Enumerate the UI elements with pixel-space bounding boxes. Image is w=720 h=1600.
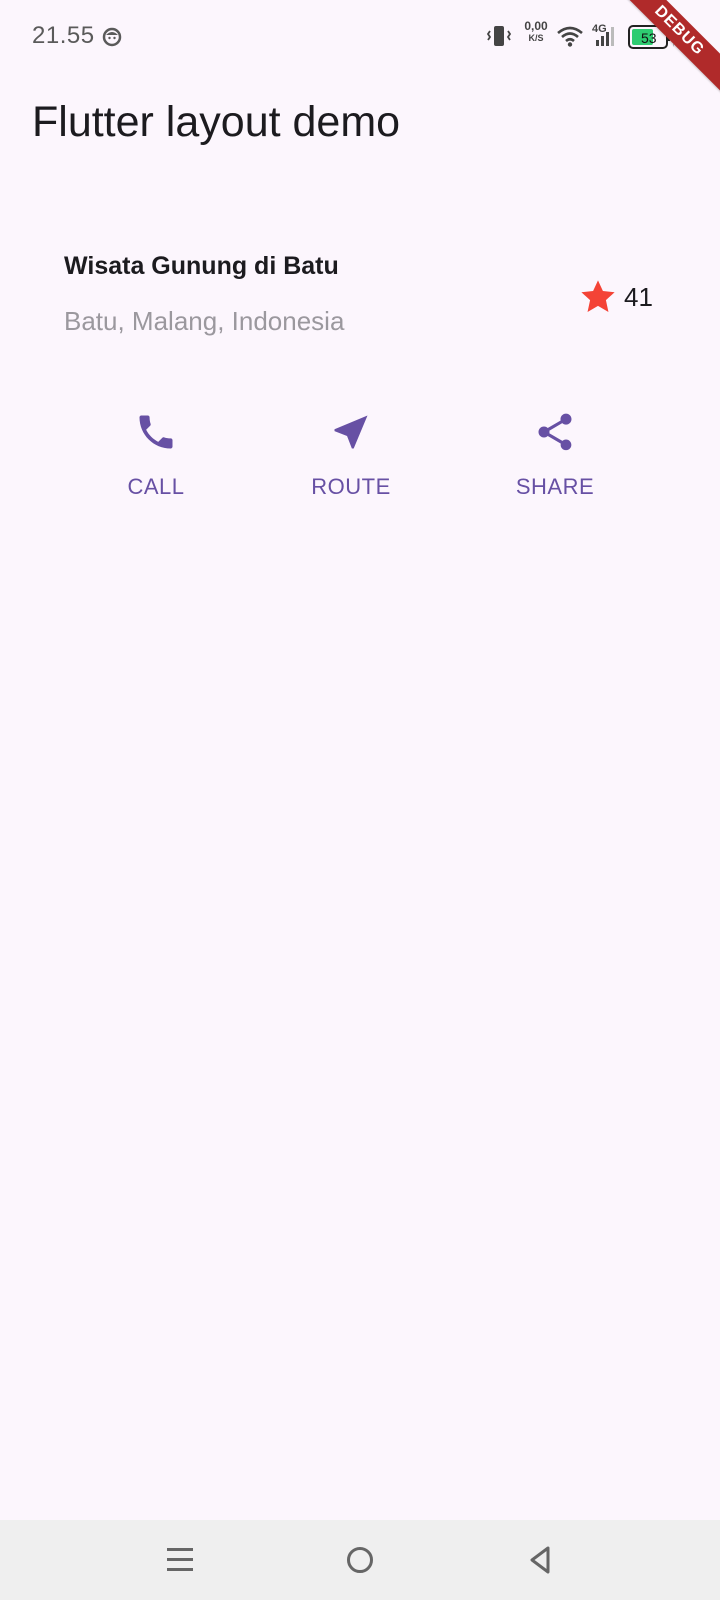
call-label: CALL <box>127 474 185 499</box>
near-me-icon <box>334 415 368 449</box>
rating-count: 41 <box>624 282 653 312</box>
route-label: ROUTE <box>311 474 391 499</box>
home-icon[interactable] <box>344 1540 376 1580</box>
star-icon <box>581 280 615 313</box>
status-bar: 21.55 0,00 K/S 4G 53 DEBUG <box>0 0 720 101</box>
network-speed-unit: K/S <box>528 33 544 43</box>
system-nav-bar <box>0 1520 720 1600</box>
cellular-signal-icon: 4G <box>592 23 614 46</box>
share-label: SHARE <box>515 474 595 499</box>
network-speed: 0,00 K/S <box>522 20 550 44</box>
share-button[interactable]: SHARE <box>475 410 635 500</box>
menu-icon[interactable] <box>164 1542 196 1578</box>
network-speed-value: 0,00 <box>524 19 548 33</box>
network-type-text: 4G <box>592 23 607 35</box>
place-name: Wisata Gunung di Batu <box>64 252 339 280</box>
battery-level-text: 53 <box>641 30 657 46</box>
back-icon[interactable] <box>524 1540 556 1580</box>
share-icon <box>538 413 572 451</box>
app-screen: 21.55 0,00 K/S 4G 53 DEBUG Flutter layou… <box>0 0 720 1600</box>
place-location: Batu, Malang, Indonesia <box>64 306 345 336</box>
wifi-icon <box>557 26 583 47</box>
vibrate-icon <box>486 26 512 46</box>
call-button[interactable]: CALL <box>76 410 236 500</box>
debug-banner: DEBUG <box>609 0 720 101</box>
page-title: Flutter layout demo <box>32 98 401 146</box>
route-button[interactable]: ROUTE <box>271 410 431 500</box>
phone-icon <box>139 415 173 449</box>
status-time: 21.55 <box>32 22 95 49</box>
notification-face-icon <box>102 27 122 47</box>
